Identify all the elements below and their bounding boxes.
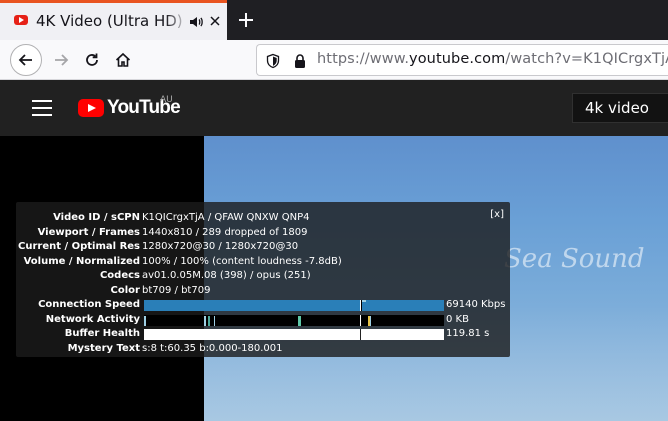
home-icon — [115, 52, 131, 67]
stat-row-codecs: Codecs av01.0.05M.08 (398) / opus (251) — [16, 270, 510, 284]
stat-row-mystery-text: Mystery Text s:8 t:60.35 b:0.000-180.001 — [16, 343, 510, 357]
connection-speed-graph — [144, 300, 444, 311]
search-input[interactable]: 4k video — [572, 93, 668, 123]
stat-label: Video ID / sCPN — [53, 212, 140, 223]
stat-row-color: Color bt709 / bt709 — [16, 285, 510, 299]
close-tab-icon[interactable] — [207, 13, 223, 29]
stat-value: 1440x810 / 289 dropped of 1809 — [142, 226, 308, 238]
url-path: /watch?v=K1QICrgxTjA — [505, 51, 668, 67]
tab-strip: 4K Video (Ultra HD) Unbelievable Beauty — [0, 0, 668, 40]
padlock-icon[interactable] — [293, 53, 307, 69]
stat-readout: 69140 Kbps — [446, 299, 506, 310]
stat-readout: 0 KB — [446, 313, 469, 325]
country-code: AU — [160, 95, 173, 105]
browser-tab[interactable]: 4K Video (Ultra HD) Unbelievable Beauty — [0, 3, 227, 40]
tab-title: 4K Video (Ultra HD) Unbelievable Beauty — [36, 12, 188, 30]
forward-button[interactable] — [45, 44, 77, 76]
buffer-health-graph — [144, 329, 444, 340]
stat-value: 1280x720@30 / 1280x720@30 — [142, 241, 299, 252]
address-bar[interactable]: https://www.youtube.com/watch?v=K1QICrgx… — [256, 44, 668, 76]
video-player[interactable]: Sea Sound [x] Video ID / sCPN K1QICrgxTj… — [0, 136, 668, 421]
stat-value: s:8 t:60.35 b:0.000-180.001 — [142, 342, 283, 354]
stat-label: Buffer Health — [64, 328, 140, 339]
page-viewport: YouTube AU 4k video Sea Sound [x] Video … — [0, 80, 668, 421]
stat-value: 100% / 100% (content loudness -7.8dB) — [142, 255, 342, 267]
stat-value: K1QICrgxTjA / QFAW QNXW QNP4 — [142, 212, 310, 223]
stat-label: Codecs — [99, 270, 140, 281]
url-prefix: https://www. — [317, 51, 410, 67]
reload-button[interactable] — [76, 44, 108, 76]
stat-row-buffer-health: Buffer Health 119.81 s — [16, 328, 510, 342]
youtube-masthead: YouTube AU 4k video — [0, 80, 668, 136]
new-tab-icon[interactable] — [236, 10, 256, 30]
navigation-toolbar: https://www.youtube.com/watch?v=K1QICrgx… — [0, 40, 668, 80]
reload-icon — [86, 53, 98, 66]
stats-for-nerds-panel: [x] Video ID / sCPN K1QICrgxTjA / QFAW Q… — [16, 202, 510, 357]
stat-label: Volume / Normalized — [23, 255, 140, 267]
search-query: 4k video — [585, 99, 649, 117]
menu-hamburger-icon[interactable] — [32, 100, 52, 116]
forward-arrow-icon — [55, 54, 69, 66]
speaker-icon[interactable] — [188, 14, 204, 30]
stat-row-viewport: Viewport / Frames 1440x810 / 289 dropped… — [16, 227, 510, 241]
url-text[interactable]: https://www.youtube.com/watch?v=K1QICrgx… — [317, 51, 668, 67]
stat-row-video-id: Video ID / sCPN K1QICrgxTjA / QFAW QNXW … — [16, 212, 510, 226]
stat-label: Connection Speed — [38, 299, 140, 310]
youtube-favicon-icon — [14, 15, 28, 25]
stat-row-network-activity: Network Activity 0 KB — [16, 314, 510, 328]
home-button[interactable] — [107, 44, 139, 76]
back-button[interactable] — [10, 44, 42, 76]
stat-label: Viewport / Frames — [37, 226, 140, 238]
stat-label: Mystery Text — [67, 342, 140, 354]
stat-label: Color — [110, 284, 140, 296]
tracking-protection-shield-icon[interactable] — [265, 53, 281, 69]
video-overlay-title: Sea Sound — [504, 244, 645, 274]
stat-label: Network Activity — [45, 313, 140, 325]
network-activity-graph — [144, 314, 444, 326]
youtube-play-icon — [78, 99, 104, 117]
stat-value: av01.0.05M.08 (398) / opus (251) — [142, 270, 311, 281]
stat-row-connection-speed: Connection Speed 69140 Kbps — [16, 299, 510, 313]
stat-row-resolution: Current / Optimal Res 1280x720@30 / 1280… — [16, 241, 510, 255]
back-arrow-icon — [18, 54, 32, 66]
stat-label: Current / Optimal Res — [18, 241, 140, 252]
url-domain: youtube.com — [409, 51, 506, 67]
stat-row-volume: Volume / Normalized 100% / 100% (content… — [16, 256, 510, 270]
stat-readout: 119.81 s — [446, 328, 490, 339]
stat-value: bt709 / bt709 — [142, 284, 211, 296]
